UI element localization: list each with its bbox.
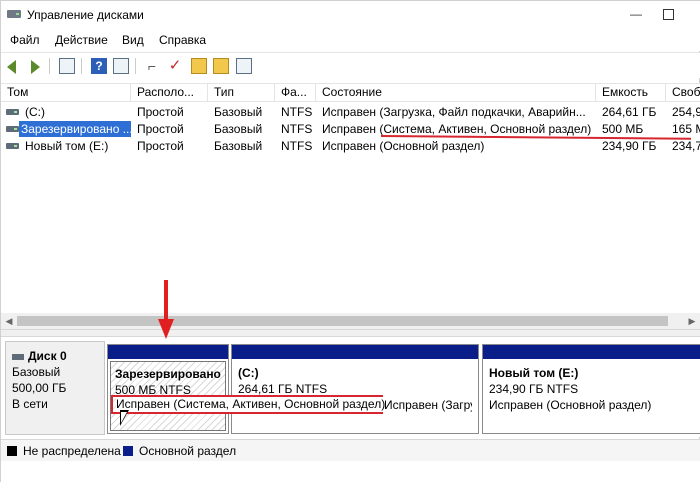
properties-icon[interactable] (59, 58, 75, 74)
cell-capacity: 234,90 ГБ (602, 139, 657, 153)
search-folder-icon[interactable] (213, 58, 229, 74)
cell-layout: Простой (137, 105, 184, 119)
annotation-highlight-box: Исправен (Система, Активен, Основной раз… (111, 395, 386, 414)
cell-capacity: 500 МБ (602, 122, 644, 136)
cell-volume: (C:) (25, 105, 45, 119)
scroll-left-icon[interactable]: ◀ (1, 313, 17, 329)
menu-view[interactable]: Вид (122, 33, 144, 47)
disk-management-app-icon (7, 7, 21, 21)
table-row[interactable]: (C:) Простой Базовый NTFS Исправен (Загр… (1, 104, 700, 120)
partition-name: Новый том (E:) (489, 366, 579, 380)
maximize-button[interactable] (653, 1, 683, 29)
partition-status: Исправен (Основной раздел) (489, 398, 652, 412)
check-icon[interactable]: ✓ (167, 58, 183, 74)
connect-icon[interactable]: ⌐ (144, 58, 160, 74)
window-title: Управление дисками (27, 8, 144, 22)
disk-icon (12, 353, 24, 360)
column-header-type[interactable]: Тип (208, 84, 275, 102)
partition-e[interactable]: Новый том (E:) 234,90 ГБ NTFS Исправен (… (482, 344, 700, 434)
mouse-cursor-icon (120, 410, 129, 426)
cell-layout: Простой (137, 139, 184, 153)
cell-volume: Новый том (E:) (25, 139, 109, 153)
cell-type: Базовый (214, 139, 263, 153)
back-icon[interactable] (7, 60, 16, 74)
volume-icon (6, 109, 19, 115)
column-header-layout[interactable]: Располо... (131, 84, 208, 102)
cell-status: Исправен (Система, Активен, Основной раз… (322, 122, 592, 136)
disk-management-window: Управление дисками — Файл Действие Вид С… (0, 0, 700, 483)
menu-action[interactable]: Действие (55, 33, 108, 47)
cell-type: Базовый (214, 105, 263, 119)
volume-icon (6, 126, 19, 132)
legend-unallocated: Не распределена (23, 444, 121, 458)
menu-bar: Файл Действие Вид Справка (1, 29, 700, 51)
cell-layout: Простой (137, 122, 184, 136)
partition-status: Исправен (Загрузка, Файл подкачки, Авари… (384, 398, 472, 412)
column-header-free[interactable]: Свобо (666, 84, 700, 102)
annotation-arrow-head (158, 319, 174, 339)
cell-filesystem: NTFS (281, 139, 313, 153)
list-icon[interactable] (236, 58, 252, 74)
annotation-arrow (164, 280, 168, 322)
partition-body: Новый том (E:) 234,90 ГБ NTFS Исправен (… (485, 361, 698, 431)
partition-header-bar (483, 345, 700, 359)
disk-name-row: Диск 0 (12, 348, 104, 364)
folder-up-icon[interactable] (191, 58, 207, 74)
cell-capacity: 264,61 ГБ (602, 105, 657, 119)
disk-status: В сети (12, 397, 48, 411)
legend-bar: Не распределена Основной раздел (1, 439, 700, 461)
horizontal-scrollbar[interactable]: ◀ ▶ (1, 313, 700, 329)
cell-free: 165 МБ (672, 122, 700, 136)
partition-status: Исправен (Система, Активен, Основной раз… (116, 397, 386, 412)
disk-info-panel[interactable]: Диск 0 Базовый 500,00 ГБ В сети (5, 341, 105, 435)
toolbar-separator (49, 58, 50, 74)
partition-size: 234,90 ГБ NTFS (489, 382, 579, 396)
toolbar-separator (81, 58, 82, 74)
status-bar (1, 461, 700, 483)
table-row[interactable]: Новый том (E:) Простой Базовый NTFS Испр… (1, 138, 700, 154)
partition-header-bar (232, 345, 478, 359)
table-row-selected[interactable]: Зарезервировано ... Простой Базовый NTFS… (1, 121, 700, 137)
cell-type: Базовый (214, 122, 263, 136)
scrollbar-thumb[interactable] (17, 316, 668, 326)
menu-help[interactable]: Справка (159, 33, 206, 47)
disk-name: Диск 0 (28, 349, 67, 363)
partition-name: (C:) (238, 366, 259, 380)
cell-status: Исправен (Основной раздел) (322, 139, 485, 153)
unallocated-swatch (7, 446, 17, 456)
cell-free: 254,98 (672, 105, 700, 119)
partition-header-bar (108, 345, 228, 359)
cell-free: 234,78 (672, 139, 700, 153)
cell-filesystem: NTFS (281, 122, 313, 136)
partition-name: Зарезервировано системой (115, 367, 221, 381)
console-icon[interactable] (113, 58, 129, 74)
help-icon[interactable]: ? (91, 58, 107, 74)
partition-c[interactable]: (C:) 264,61 ГБ NTFS Исправен (Загрузка, … (231, 344, 479, 434)
disk-type: Базовый (12, 365, 61, 379)
volume-list: Том Располо... Тип Фа... Состояние Емкос… (1, 83, 700, 329)
disk-size: 500,00 ГБ (12, 381, 67, 395)
column-header-capacity[interactable]: Емкость (596, 84, 666, 102)
column-header-volume[interactable]: Том (1, 84, 131, 102)
minimize-button[interactable]: — (621, 1, 651, 29)
legend-primary: Основной раздел (139, 444, 237, 458)
forward-icon[interactable] (31, 60, 40, 74)
disk-graphical-view: Диск 0 Базовый 500,00 ГБ В сети Зарезерв… (1, 337, 700, 437)
toolbar: ? ⌐ ✓ (1, 52, 700, 78)
cell-filesystem: NTFS (281, 105, 313, 119)
column-header-filesystem[interactable]: Фа... (275, 84, 316, 102)
title-bar: Управление дисками — (1, 1, 700, 29)
primary-partition-swatch (123, 446, 133, 456)
toolbar-separator (135, 58, 136, 74)
cell-volume: Зарезервировано ... (19, 121, 131, 137)
column-header-status[interactable]: Состояние (316, 84, 596, 102)
menu-file[interactable]: Файл (10, 33, 40, 47)
pane-splitter[interactable] (1, 329, 700, 337)
scroll-right-icon[interactable]: ▶ (684, 313, 700, 329)
volume-icon (6, 143, 19, 149)
cell-status: Исправен (Загрузка, Файл подкачки, Авари… (322, 105, 586, 119)
